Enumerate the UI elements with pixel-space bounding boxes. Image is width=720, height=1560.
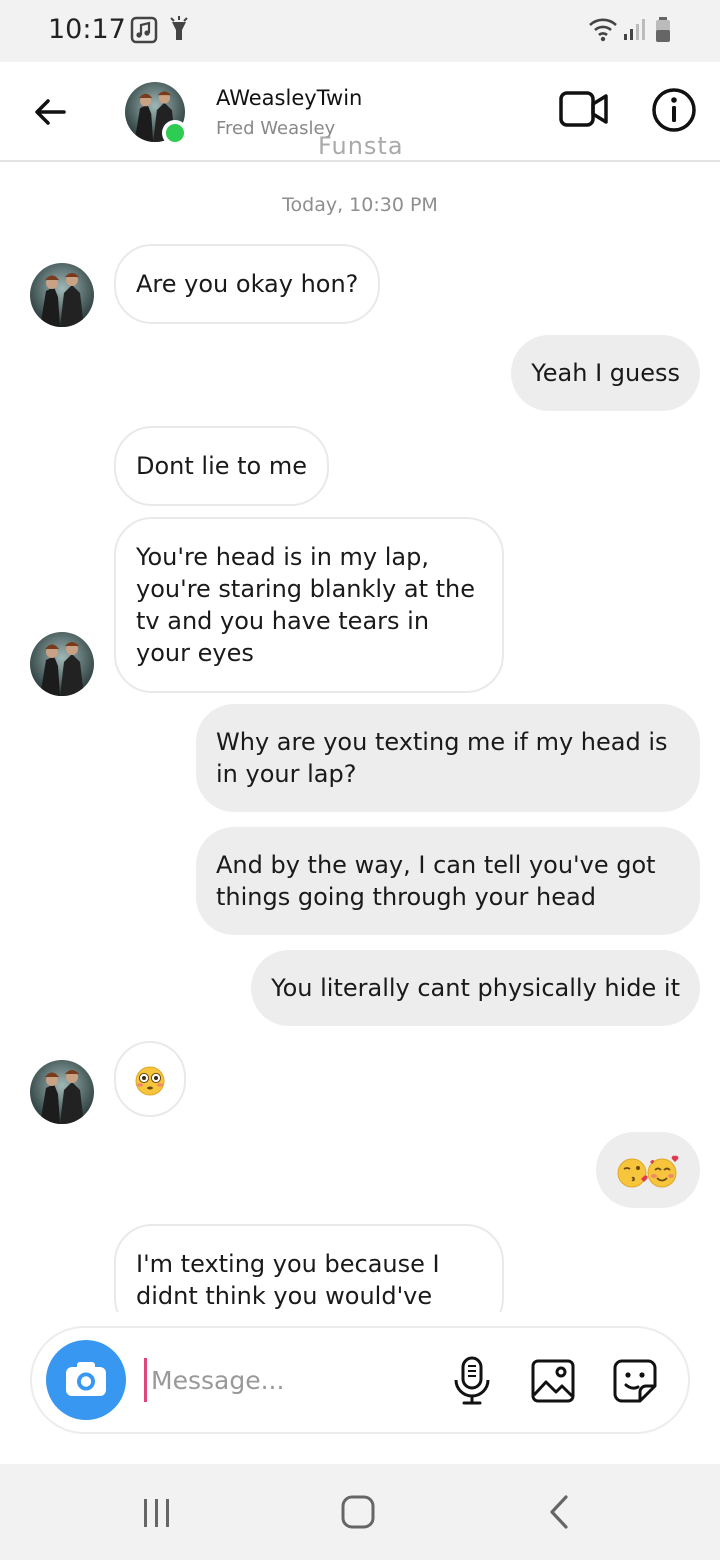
battery-icon — [656, 17, 670, 42]
contact-username[interactable]: AWeasleyTwin — [216, 86, 362, 110]
sent-emoji-message[interactable] — [596, 1132, 700, 1208]
sent-message[interactable]: Yeah I guess — [511, 335, 700, 411]
received-message[interactable]: I'm texting you because I didnt think yo… — [114, 1224, 504, 1312]
online-status-indicator — [162, 120, 188, 146]
system-navigation-bar — [0, 1464, 720, 1560]
camera-icon — [66, 1362, 106, 1396]
status-time: 10:17 — [48, 14, 126, 45]
chat-header: AWeasleyTwin Fred Weasley Funsta — [0, 62, 720, 162]
flushed-face-emoji-icon — [135, 1066, 165, 1096]
sent-message[interactable]: Why are you texting me if my head is in … — [196, 704, 700, 812]
message-thread[interactable]: Today, 10:30 PM Are you okay hon? Yeah I… — [0, 164, 720, 1312]
sender-avatar[interactable] — [30, 1060, 94, 1124]
message-input[interactable] — [144, 1358, 424, 1402]
status-bar: 10:17 — [0, 0, 720, 62]
received-message[interactable]: You're head is in my lap, you're staring… — [114, 517, 504, 693]
watermark-text: Funsta — [318, 132, 404, 160]
received-message[interactable]: Are you okay hon? — [114, 244, 381, 324]
back-nav-icon[interactable] — [546, 1494, 574, 1530]
camera-button[interactable] — [46, 1340, 126, 1420]
flashlight-icon — [170, 16, 188, 40]
signal-icon — [624, 19, 645, 40]
sticker-icon[interactable] — [612, 1358, 658, 1404]
received-emoji-message[interactable] — [114, 1041, 186, 1117]
message-timestamp: Today, 10:30 PM — [282, 194, 438, 216]
wifi-icon — [589, 18, 617, 42]
gallery-icon[interactable] — [530, 1358, 576, 1404]
sent-message[interactable]: You literally cant physically hide it — [251, 950, 700, 1026]
back-arrow-icon[interactable] — [30, 92, 70, 132]
microphone-icon[interactable] — [450, 1356, 494, 1406]
received-message[interactable]: Dont lie to me — [114, 426, 330, 506]
recent-apps-icon[interactable] — [140, 1496, 174, 1530]
info-icon[interactable] — [650, 86, 698, 134]
sender-avatar[interactable] — [30, 263, 94, 327]
video-call-icon[interactable] — [558, 88, 610, 132]
kiss-and-hearts-emoji-icon — [617, 1155, 679, 1188]
message-composer — [30, 1326, 690, 1434]
sent-message[interactable]: And by the way, I can tell you've got th… — [196, 827, 700, 935]
sender-avatar[interactable] — [30, 632, 94, 696]
home-icon[interactable] — [340, 1494, 376, 1530]
music-note-icon — [130, 16, 158, 44]
